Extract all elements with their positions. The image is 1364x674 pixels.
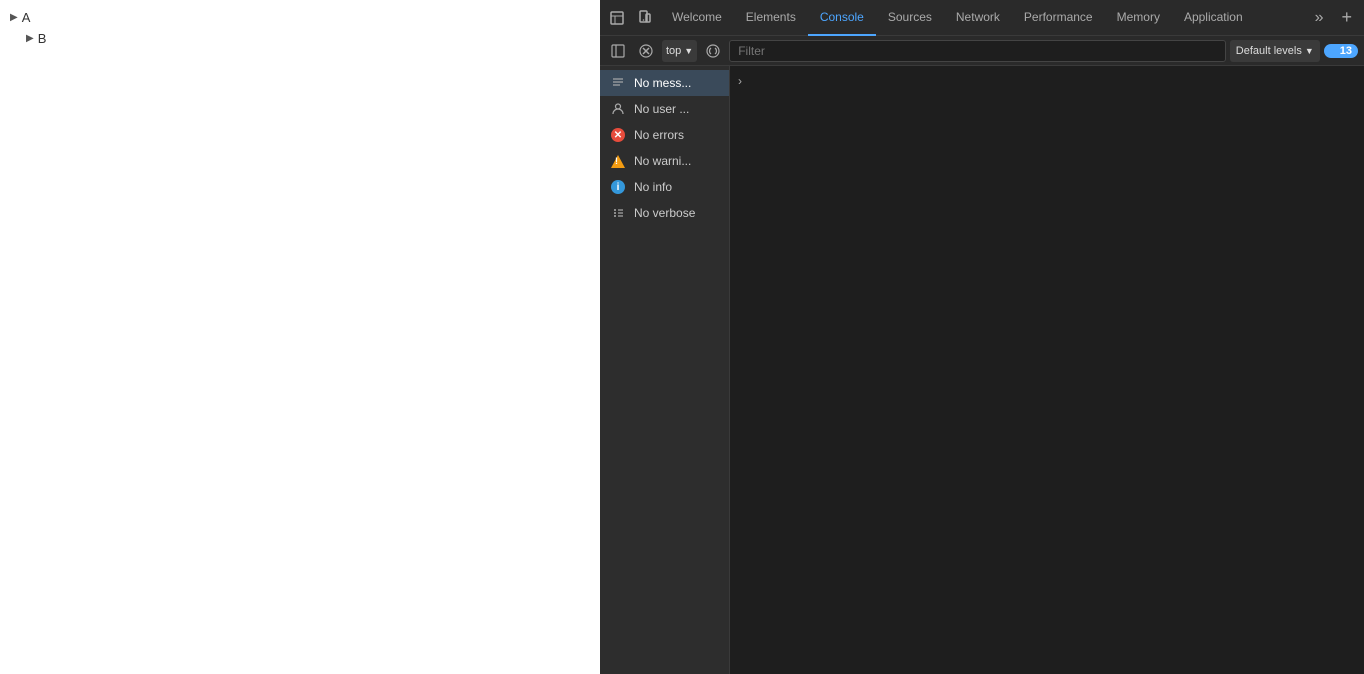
tree-item-b[interactable]: ▶ B xyxy=(10,29,46,50)
tree-arrow-a: ▶ xyxy=(10,10,18,26)
levels-dropdown-arrow: ▼ xyxy=(1305,46,1314,56)
devtools-tabbar: Welcome Elements Console Sources Network… xyxy=(600,0,1364,36)
tree-arrow-b: ▶ xyxy=(26,31,34,47)
filter-user-label: No user ... xyxy=(634,102,689,116)
devtools-panel: Welcome Elements Console Sources Network… xyxy=(600,0,1364,674)
tab-application[interactable]: Application xyxy=(1172,0,1255,36)
page-content: ▶ A ▶ B xyxy=(0,0,600,674)
filter-warnings[interactable]: No warni... xyxy=(600,148,729,174)
badge-count: 13 xyxy=(1340,45,1352,57)
default-levels-label: Default levels xyxy=(1236,45,1302,57)
filter-user-messages[interactable]: No user ... xyxy=(600,96,729,122)
filter-warnings-label: No warni... xyxy=(634,154,691,168)
clear-console-button[interactable] xyxy=(634,40,658,62)
page-tree: ▶ A ▶ B xyxy=(10,8,46,50)
tree-item-a-label: A xyxy=(22,8,31,29)
tab-sources[interactable]: Sources xyxy=(876,0,944,36)
filter-all-messages[interactable]: No mess... xyxy=(600,70,729,96)
filter-info[interactable]: i No info xyxy=(600,174,729,200)
filter-all-label: No mess... xyxy=(634,76,691,90)
verbose-icon xyxy=(610,205,626,221)
tree-item-b-label: B xyxy=(38,29,47,50)
tab-network[interactable]: Network xyxy=(944,0,1012,36)
console-body: No mess... No user ... ✕ No errors xyxy=(600,66,1364,674)
context-label: top xyxy=(666,45,681,57)
error-icon: ✕ xyxy=(610,127,626,143)
filter-verbose[interactable]: No verbose xyxy=(600,200,729,226)
info-icon: i xyxy=(610,179,626,195)
messages-icon xyxy=(610,75,626,91)
user-icon xyxy=(610,101,626,117)
tab-welcome[interactable]: Welcome xyxy=(660,0,734,36)
context-dropdown-arrow: ▼ xyxy=(684,46,693,56)
device-toolbar-button[interactable] xyxy=(632,5,658,31)
tab-elements[interactable]: Elements xyxy=(734,0,808,36)
live-expression-button[interactable] xyxy=(701,40,725,62)
issue-badge[interactable]: 13 xyxy=(1324,44,1358,58)
tree-item-a[interactable]: ▶ A xyxy=(10,8,46,29)
filter-errors-label: No errors xyxy=(634,128,684,142)
console-prompt-icon: › xyxy=(738,74,742,88)
filter-verbose-label: No verbose xyxy=(634,206,695,220)
tab-console[interactable]: Console xyxy=(808,0,876,36)
filter-input[interactable] xyxy=(729,40,1226,62)
console-output[interactable]: › xyxy=(730,66,1364,674)
badge-dot-icon xyxy=(1330,47,1337,54)
context-selector[interactable]: top ▼ xyxy=(662,40,697,62)
default-levels-button[interactable]: Default levels ▼ xyxy=(1230,40,1320,62)
filter-info-label: No info xyxy=(634,180,672,194)
tab-add-button[interactable]: + xyxy=(1333,0,1360,36)
devtools-tabs: Welcome Elements Console Sources Network… xyxy=(660,0,1305,36)
tab-memory[interactable]: Memory xyxy=(1105,0,1172,36)
console-sidebar: No mess... No user ... ✕ No errors xyxy=(600,66,730,674)
filter-errors[interactable]: ✕ No errors xyxy=(600,122,729,148)
tab-overflow-button[interactable]: » xyxy=(1307,0,1332,36)
warning-icon xyxy=(610,153,626,169)
sidebar-toggle-button[interactable] xyxy=(606,40,630,62)
inspect-element-button[interactable] xyxy=(604,5,630,31)
tab-performance[interactable]: Performance xyxy=(1012,0,1105,36)
console-toolbar: top ▼ Default levels ▼ 13 xyxy=(600,36,1364,66)
